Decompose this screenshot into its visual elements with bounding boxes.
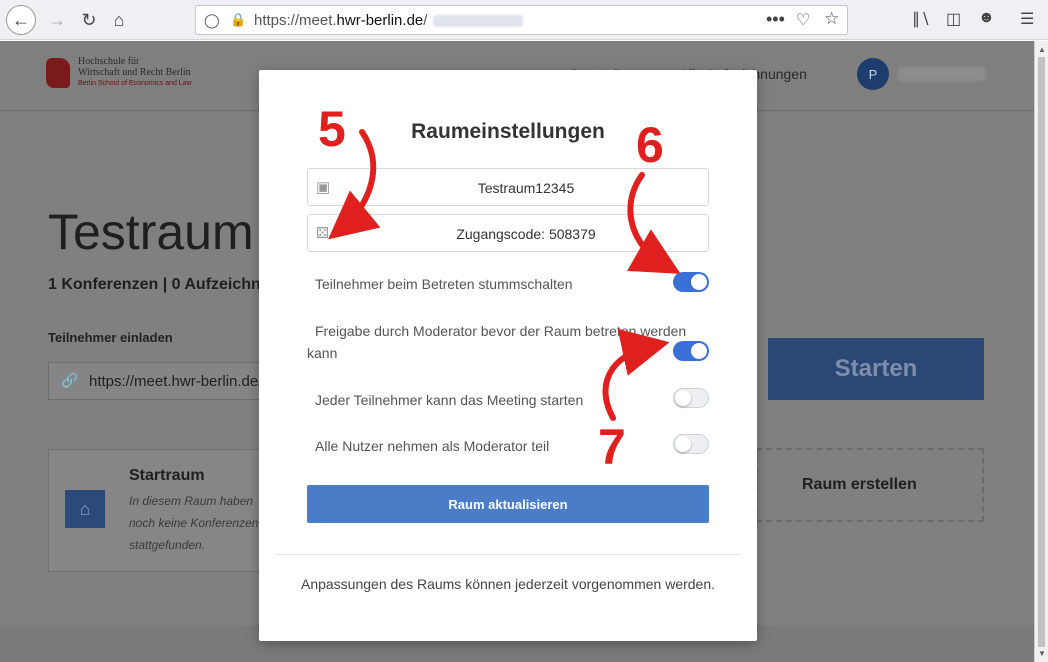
modal-footer-note: Anpassungen des Raums können jederzeit v… xyxy=(300,576,716,592)
bookmark-star-icon[interactable]: ☆ xyxy=(824,9,839,29)
annotation-number-6: 6 xyxy=(636,117,664,173)
scrollbar-thumb[interactable] xyxy=(1038,57,1045,647)
annotation-number-7: 7 xyxy=(598,419,626,475)
toggle-knob xyxy=(691,343,707,359)
invite-url: https://meet.hwr-berlin.de/ xyxy=(89,373,263,390)
library-icon[interactable]: ∥∖ xyxy=(912,9,930,29)
forward-icon[interactable]: → xyxy=(42,5,72,35)
create-room-label: Raum erstellen xyxy=(802,476,917,493)
link-icon: 🔗 xyxy=(61,372,79,388)
home-icon[interactable]: ⌂ xyxy=(104,5,134,35)
annotation-number-5: 5 xyxy=(318,101,346,157)
lock-icon[interactable]: 🔒 xyxy=(230,12,246,28)
page-actions-icon[interactable]: ••• xyxy=(766,9,785,30)
user-avatar[interactable]: P xyxy=(857,58,889,90)
option-all-moderator-label: Alle Nutzer nehmen als Moderator teil xyxy=(315,438,550,454)
hwr-logo-icon[interactable] xyxy=(46,58,70,88)
url-text[interactable]: https://meet.hwr-berlin.de/ xyxy=(254,12,524,29)
toggle-all-moderator[interactable] xyxy=(673,434,709,454)
room-name-icon: ▣ xyxy=(316,179,331,196)
modal-divider xyxy=(275,554,741,555)
room-card-title: Startraum xyxy=(129,467,205,484)
room-card[interactable]: ⌂ Startraum In diesem Raum haben noch ke… xyxy=(48,449,288,572)
user-name-blurred[interactable] xyxy=(898,67,986,81)
option-mute-label: Teilnehmer beim Betreten stummschalten xyxy=(315,276,573,292)
pocket-icon[interactable]: ♡ xyxy=(796,10,810,30)
option-approval-label: Freigabe durch Moderator bevor der Raum … xyxy=(307,323,687,361)
home-room-icon: ⌂ xyxy=(65,490,105,528)
invite-label: Teilnehmer einladen xyxy=(48,330,173,345)
room-name-value: Testraum12345 xyxy=(477,180,575,196)
access-code-value: Zugangscode: 508379 xyxy=(456,226,596,242)
url-bar[interactable]: ◯ 🔒 https://meet.hwr-berlin.de/ ••• ♡ ☆ xyxy=(195,5,848,35)
hwr-logo-text[interactable]: Hochschule für Wirtschaft und Recht Berl… xyxy=(78,56,192,89)
toggle-moderator-approval[interactable] xyxy=(673,341,709,361)
toggle-knob xyxy=(675,390,691,406)
sidebar-icon[interactable]: ◫ xyxy=(946,9,961,29)
logo-line-3: Berlin School of Economics and Law xyxy=(78,80,192,87)
room-card-description: In diesem Raum haben noch keine Konferen… xyxy=(129,494,259,552)
toggle-knob xyxy=(691,274,707,290)
scroll-up-icon[interactable]: ▲ xyxy=(1038,45,1046,54)
access-code-field[interactable]: ⚄ Zugangscode: 508379 xyxy=(307,214,709,252)
scrollbar[interactable]: ▲ ▼ xyxy=(1034,41,1048,662)
option-anyone-start-label: Jeder Teilnehmer kann das Meeting starte… xyxy=(315,392,584,408)
logo-line-2: Wirtschaft und Recht Berlin xyxy=(78,67,191,78)
toggle-knob xyxy=(675,436,691,452)
url-path-blurred xyxy=(433,15,524,28)
create-room-button[interactable]: Raum erstellen xyxy=(756,448,984,522)
account-icon[interactable]: ☻ xyxy=(978,9,995,27)
start-button[interactable]: Starten xyxy=(768,338,984,400)
logo-line-1: Hochschule für xyxy=(78,56,140,67)
scroll-down-icon[interactable]: ▼ xyxy=(1038,649,1046,658)
update-room-button[interactable]: Raum aktualisieren xyxy=(307,485,709,523)
toggle-anyone-can-start[interactable] xyxy=(673,388,709,408)
browser-toolbar: ← → ↻ ⌂ ◯ 🔒 https://meet.hwr-berlin.de/ … xyxy=(0,0,1048,40)
hamburger-menu-icon[interactable]: ☰ xyxy=(1020,9,1034,29)
room-title: Testraum xyxy=(48,204,254,260)
back-icon[interactable]: ← xyxy=(6,5,36,35)
shield-icon[interactable]: ◯ xyxy=(204,12,220,29)
dice-icon: ⚄ xyxy=(316,225,330,242)
reload-icon[interactable]: ↻ xyxy=(74,5,104,35)
invite-url-field[interactable]: 🔗 https://meet.hwr-berlin.de/ xyxy=(48,362,288,400)
toggle-mute-on-join[interactable] xyxy=(673,272,709,292)
